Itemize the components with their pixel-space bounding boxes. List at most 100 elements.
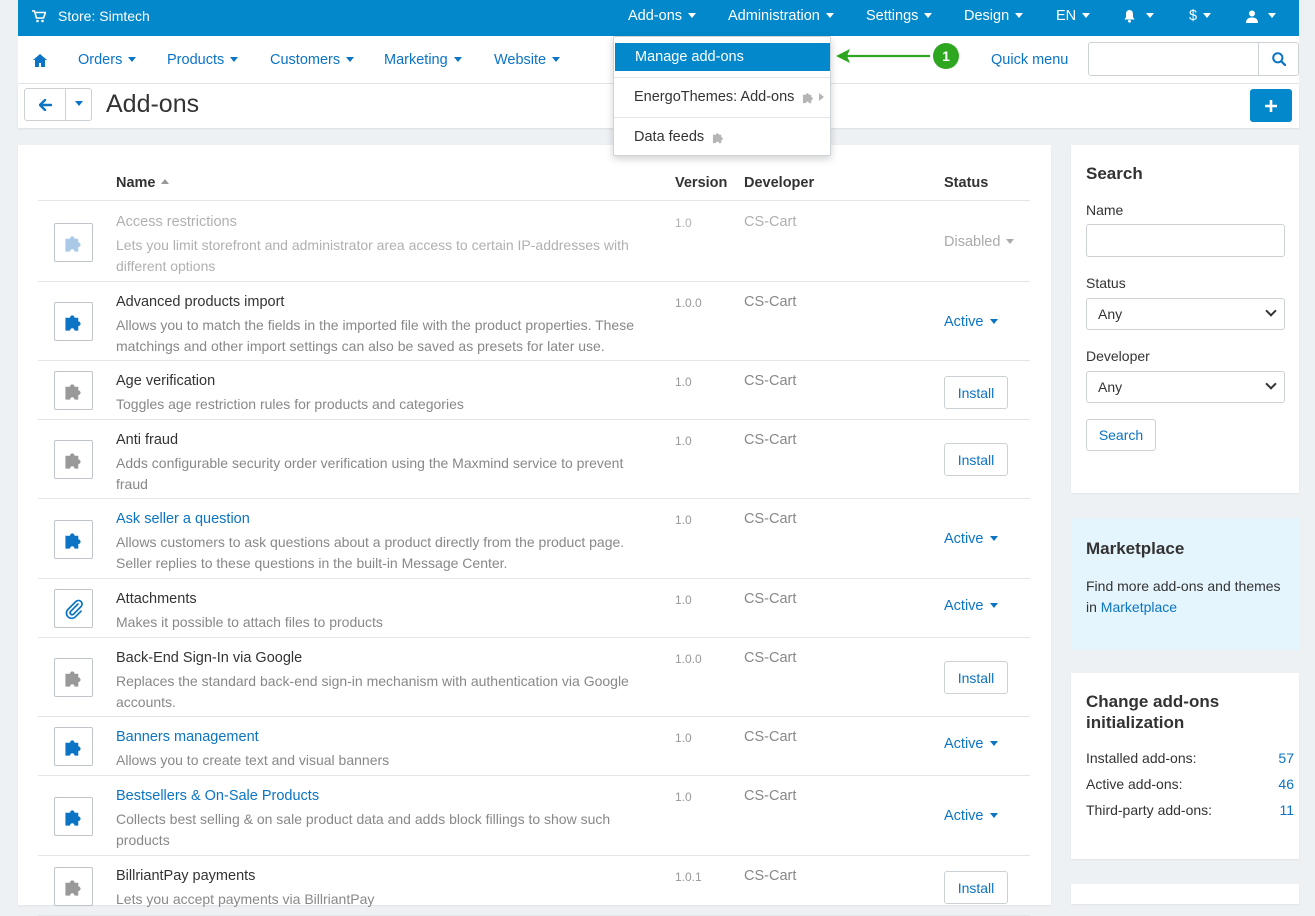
bell-icon (1124, 10, 1135, 23)
menu-divider (614, 77, 830, 78)
addon-icon (54, 302, 93, 341)
menu-add-ons[interactable]: Add-ons (628, 0, 697, 32)
table-row: Anti fraud Adds configurable security ord… (38, 420, 1030, 499)
menu-item-data-feeds[interactable]: Data feeds (614, 123, 830, 151)
menu-item-manage-addons[interactable]: Manage add-ons (615, 43, 830, 71)
addon-icon (54, 658, 93, 697)
stat-third-party-value[interactable]: 11 (1279, 802, 1294, 818)
nav-marketing[interactable]: Marketing (384, 36, 462, 84)
add-addon-button[interactable] (1250, 89, 1292, 122)
chevron-down-icon (74, 101, 83, 106)
quick-menu-link[interactable]: Quick menu (991, 36, 1068, 84)
addon-icon (54, 797, 93, 836)
table-row: Ask seller a question Allows customers to… (38, 499, 1030, 579)
global-search-input[interactable] (1088, 42, 1299, 76)
puzzle-icon (64, 314, 81, 331)
addon-developer: CS-Cart (744, 650, 797, 666)
addon-version: 1.0 (675, 375, 692, 389)
addon-developer: CS-Cart (744, 214, 797, 230)
addon-developer: CS-Cart (744, 294, 797, 310)
user-menu[interactable] (1246, 0, 1276, 32)
install-button[interactable]: Install (944, 661, 1008, 694)
currency-menu[interactable]: $ (1189, 0, 1212, 32)
callout-badge: 1 (933, 43, 959, 69)
name-filter-input[interactable] (1086, 224, 1285, 257)
nav-orders[interactable]: Orders (78, 36, 137, 84)
addon-name[interactable]: Ask seller a question (116, 511, 250, 527)
marketplace-title: Marketplace (1086, 539, 1185, 558)
menu-settings[interactable]: Settings (866, 0, 933, 32)
back-button-group (24, 88, 92, 121)
notifications-menu[interactable] (1123, 0, 1154, 32)
nav-website[interactable]: Website (494, 36, 561, 84)
addon-description: Allows you to create text and visual ban… (116, 752, 390, 768)
menu-administration[interactable]: Administration (728, 0, 834, 32)
nav-customers[interactable]: Customers (270, 36, 355, 84)
addon-version: 1.0 (675, 790, 692, 804)
addon-version: 1.0 (675, 216, 692, 230)
stat-active: Active add-ons: 46 (1086, 776, 1294, 792)
arrow-left-icon (38, 98, 52, 111)
addon-description: Toggles age restriction rules for produc… (116, 396, 464, 412)
addon-icon (54, 223, 93, 262)
store-switcher[interactable]: Store: Simtech (32, 0, 150, 32)
addon-version: 1.0 (675, 593, 692, 607)
home-icon (33, 53, 47, 67)
addon-description: Makes it possible to attach files to pro… (116, 614, 383, 630)
sort-asc-icon (160, 178, 169, 184)
addon-developer: CS-Cart (744, 788, 797, 804)
install-button[interactable]: Install (944, 871, 1008, 904)
addon-name: Anti fraud (116, 432, 179, 448)
addon-version: 1.0.0 (675, 652, 702, 666)
addon-icon (54, 727, 93, 766)
status-dropdown[interactable]: Active (944, 736, 998, 752)
chevron-down-icon (1265, 378, 1277, 390)
table-row: Attachments Makes it possible to attach f… (38, 579, 1030, 638)
table-row: Banners management Allows you to create t… (38, 717, 1030, 776)
stat-installed: Installed add-ons: 57 (1086, 750, 1294, 766)
chevron-down-icon (1265, 305, 1277, 317)
page-title: Add-ons (106, 90, 200, 118)
stat-installed-value[interactable]: 57 (1278, 750, 1294, 766)
table-row: Access restrictions Lets you limit storef… (38, 202, 1030, 282)
puzzle-icon (713, 132, 723, 143)
install-button[interactable]: Install (944, 376, 1008, 409)
addon-name: Attachments (116, 591, 197, 607)
global-search-button[interactable] (1258, 43, 1298, 75)
back-button[interactable] (25, 89, 66, 120)
column-status: Status (944, 175, 989, 191)
status-dropdown[interactable]: Active (944, 531, 998, 547)
puzzle-icon (803, 92, 814, 103)
home-link[interactable] (33, 36, 47, 84)
marketplace-link[interactable]: Marketplace (1101, 599, 1177, 615)
puzzle-icon (64, 452, 81, 469)
back-history-dropdown[interactable] (66, 89, 91, 120)
status-dropdown[interactable]: Disabled (944, 234, 1015, 250)
addon-name: Back-End Sign-In via Google (116, 650, 303, 666)
addon-version: 1.0 (675, 731, 692, 745)
status-dropdown[interactable]: Active (944, 598, 998, 614)
addon-name: Access restrictions (116, 214, 237, 230)
addon-version: 1.0 (675, 513, 692, 527)
menu-item-energothemes-addons[interactable]: EnergoThemes: Add-ons (614, 83, 830, 111)
status-dropdown[interactable]: Active (944, 314, 998, 330)
column-name[interactable]: Name (116, 175, 169, 191)
addon-name: Advanced products import (116, 294, 285, 310)
status-dropdown[interactable]: Active (944, 808, 998, 824)
stats-title: Change add-ons initialization (1086, 692, 1220, 732)
addon-description: Allows you to match the fields in the im… (116, 317, 635, 354)
developer-filter-select[interactable]: Any (1086, 371, 1285, 403)
status-filter-select[interactable]: Any (1086, 298, 1285, 330)
addon-developer: CS-Cart (744, 511, 797, 527)
developer-label: Developer (1086, 348, 1150, 364)
search-button[interactable]: Search (1086, 419, 1156, 451)
menu-design[interactable]: Design (964, 0, 1024, 32)
menu-language[interactable]: EN (1056, 0, 1091, 32)
addon-description: Lets you accept payments via BillriantPa… (116, 891, 375, 907)
status-label: Status (1086, 275, 1126, 291)
nav-products[interactable]: Products (167, 36, 239, 84)
install-button[interactable]: Install (944, 443, 1008, 476)
addon-name[interactable]: Banners management (116, 729, 259, 745)
stat-active-value[interactable]: 46 (1278, 776, 1294, 792)
addon-name[interactable]: Bestsellers & On-Sale Products (116, 788, 319, 804)
